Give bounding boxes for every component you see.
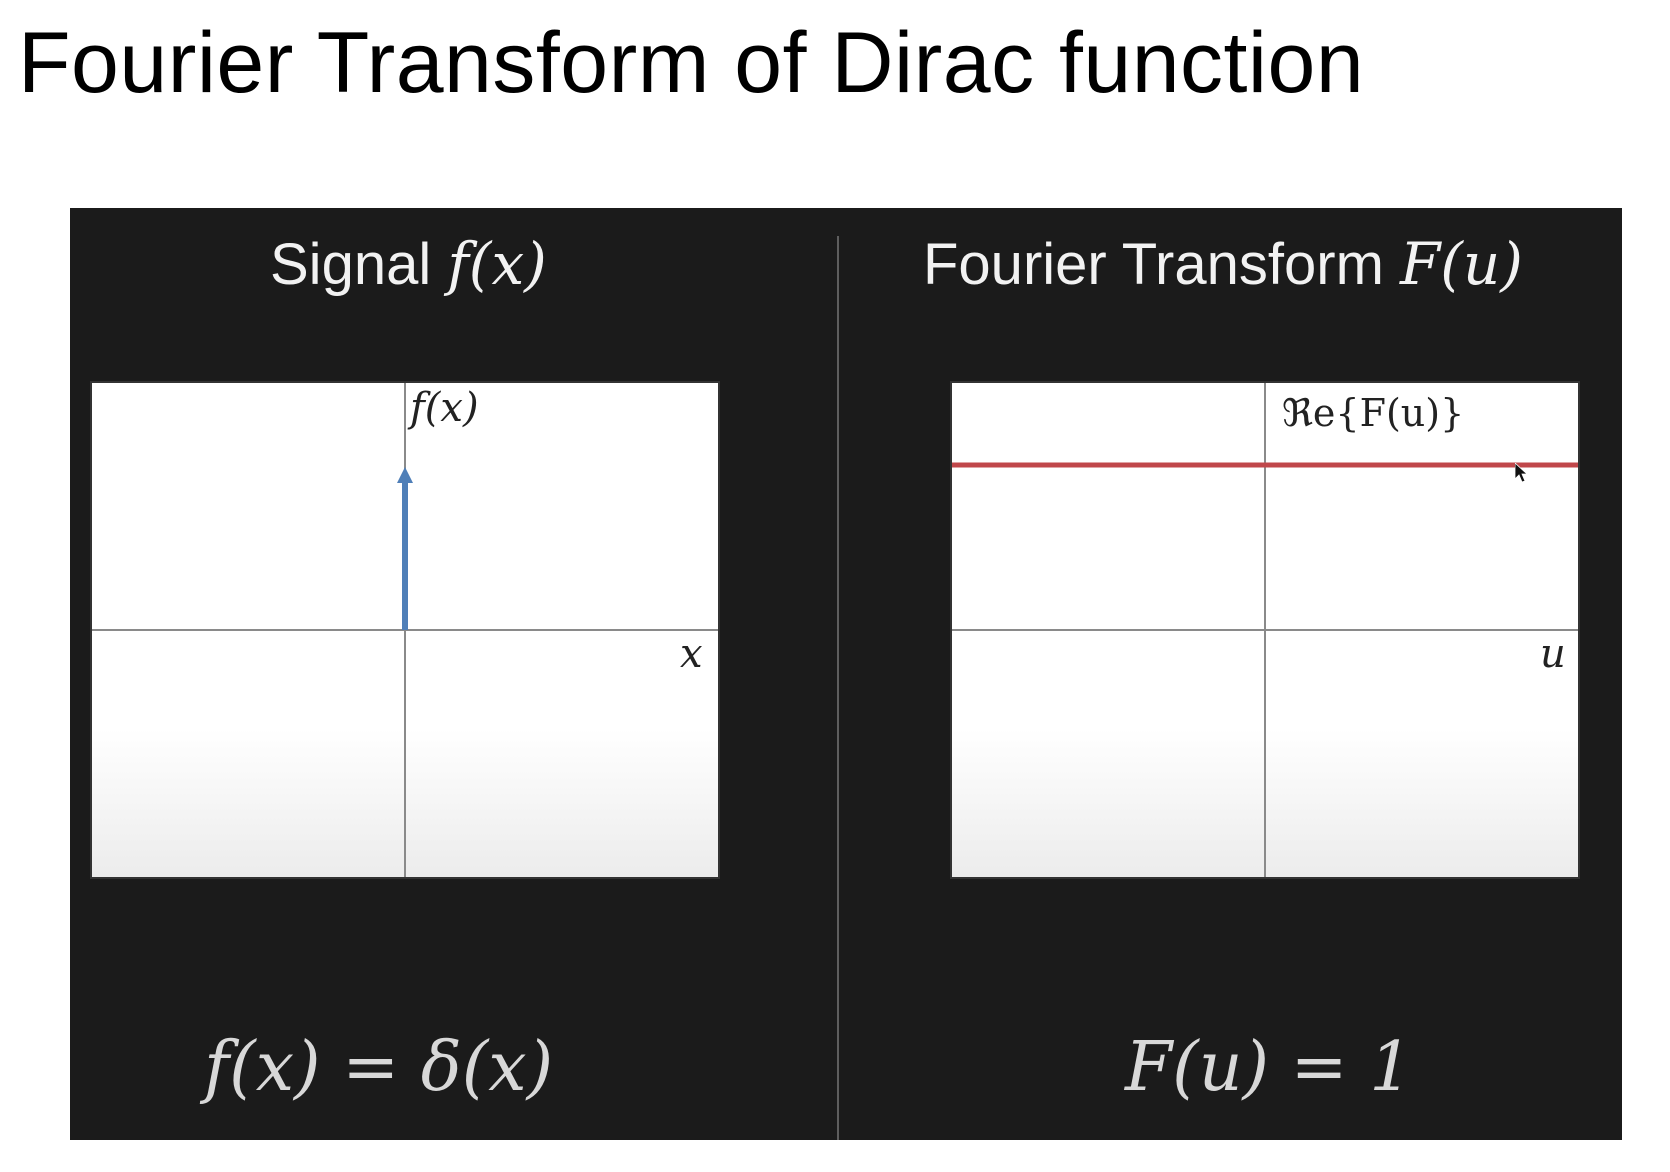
- transform-formula: F(u) = 1: [1125, 1028, 1413, 1107]
- transform-plot-svg: [952, 383, 1578, 877]
- signal-plot: f(x) x: [90, 381, 720, 879]
- transform-x-label: u: [1540, 631, 1566, 677]
- right-panel-title-math: F(u): [1400, 230, 1523, 298]
- mouse-cursor-icon: [1515, 463, 1529, 483]
- video-frame: Signal f(x) Fourier Transform F(u) f(x) …: [70, 208, 1622, 1140]
- transform-y-label: ℜe{F(u)}: [1282, 391, 1465, 435]
- left-panel-title: Signal f(x): [270, 230, 547, 298]
- signal-y-label: f(x): [410, 385, 479, 431]
- right-panel-title: Fourier Transform F(u): [923, 230, 1523, 298]
- signal-x-label: x: [680, 631, 703, 677]
- right-panel-title-text: Fourier Transform: [923, 232, 1400, 297]
- signal-formula: f(x) = δ(x): [204, 1028, 554, 1107]
- left-panel-title-math: f(x): [447, 230, 547, 298]
- left-panel-title-text: Signal: [270, 232, 448, 297]
- impulse-arrowhead: [397, 467, 413, 483]
- slide-title: Fourier Transform of Dirac function: [18, 15, 1365, 111]
- transform-plot: ℜe{F(u)} u: [950, 381, 1580, 879]
- signal-plot-svg: [92, 383, 718, 877]
- panel-divider: [837, 236, 839, 1140]
